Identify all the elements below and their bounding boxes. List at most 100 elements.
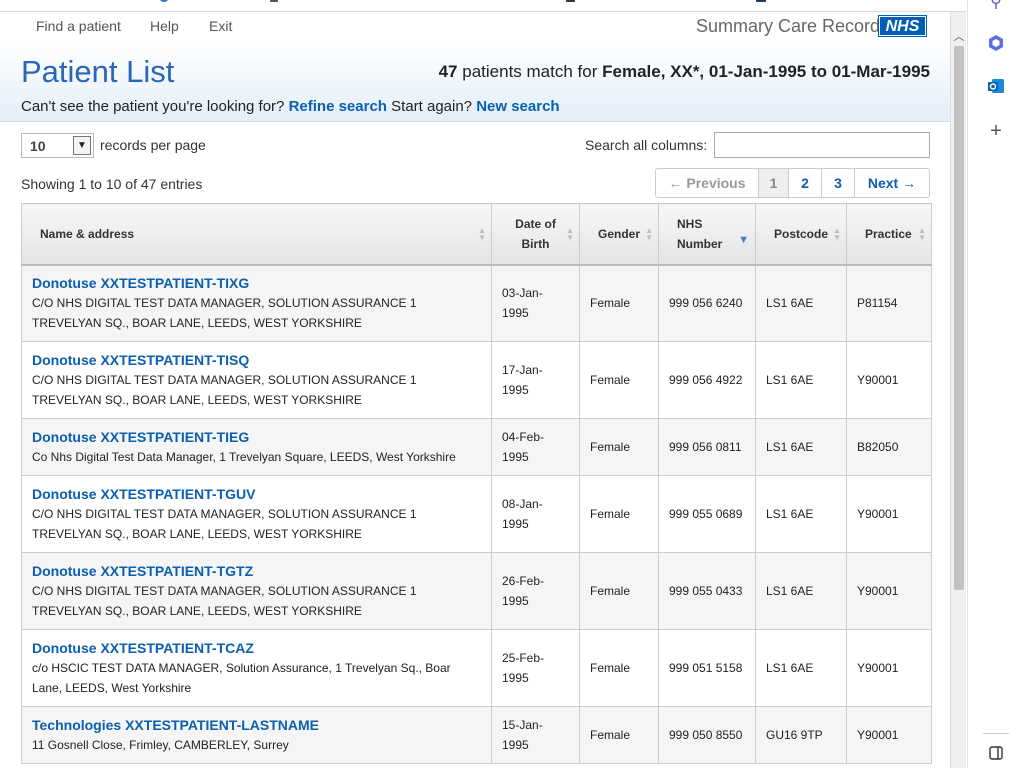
postcode-cell: LS1 6AE <box>755 629 847 707</box>
match-summary: 47 patients match for Female, XX*, 01-Ja… <box>439 62 930 82</box>
nhs-logo: NHS <box>878 15 927 37</box>
column-header-practice[interactable]: Practice ▲ ▼ <box>846 203 932 266</box>
dob-cell: 17-Jan-1995 <box>491 341 580 419</box>
match-count: 47 <box>438 62 458 81</box>
dob-cell: 15-Jan-1995 <box>491 706 580 764</box>
column-header-name[interactable]: Name & address ▲ ▼ <box>21 203 492 266</box>
name-address-cell: Donotuse XXTESTPATIENT-TIEG Co Nhs Digita… <box>21 418 492 476</box>
sort-icon: ▲ ▼ <box>566 226 574 242</box>
dob-cell: 03-Jan-1995 <box>491 264 580 342</box>
postcode-cell: LS1 6AE <box>755 341 847 419</box>
records-per-page-select[interactable]: 10 ▼ <box>21 133 94 158</box>
sort-icon: ▲ ▼ <box>645 226 653 242</box>
new-search-link[interactable]: New search <box>476 98 559 115</box>
postcode-cell: LS1 6AE <box>755 475 847 553</box>
sort-icon: ▲ ▼ <box>918 226 926 242</box>
patient-name-link[interactable]: Technologies XXTESTPATIENT-LASTNAME <box>32 715 481 735</box>
browser-top-strip <box>0 0 966 12</box>
patient-name-link[interactable]: Donotuse XXTESTPATIENT-TGUV <box>32 484 481 504</box>
start-again-text: Start again? <box>391 98 473 115</box>
patient-table: Name & address ▲ ▼ Date of Birth ▲ ▼ Gender ▲… <box>21 203 932 764</box>
patient-address: 11 Gosnell Close, Frimley, CAMBERLEY, Su… <box>32 738 289 752</box>
nhs-number-cell: 999 055 0433 <box>658 552 756 630</box>
practice-cell: P81154 <box>846 264 932 342</box>
table-row[interactable]: Technologies XXTESTPATIENT-LASTNAME 11 Go… <box>21 706 932 764</box>
practice-cell: Y90001 <box>846 629 932 707</box>
tab-icon <box>756 0 766 2</box>
patient-address: c/o HSCIC TEST DATA MANAGER, Solution As… <box>32 661 451 695</box>
table-row[interactable]: Donotuse XXTESTPATIENT-TISQ C/O NHS DIGIT… <box>21 341 932 419</box>
tab-icon <box>566 0 575 2</box>
search-help-line: Can't see the patient you're looking for… <box>21 98 560 115</box>
add-icon[interactable]: + <box>987 121 1005 141</box>
column-header-nhs-number[interactable]: NHS Number ▼ <box>658 203 756 266</box>
nhs-number-cell: 999 056 0811 <box>658 418 756 476</box>
records-per-page-value: 10 <box>30 138 46 154</box>
chevron-down-icon[interactable]: ▼ <box>73 136 91 155</box>
sort-icon: ▲ ▼ <box>833 226 841 242</box>
table-row[interactable]: Donotuse XXTESTPATIENT-TIXG C/O NHS DIGIT… <box>21 264 932 342</box>
patient-name-link[interactable]: Donotuse XXTESTPATIENT-TCAZ <box>32 638 481 658</box>
copilot-icon[interactable] <box>987 34 1005 52</box>
match-criteria: Female, XX*, 01-Jan-1995 to 01-Mar-1995 <box>602 62 930 81</box>
sort-desc-icon: ▼ <box>738 234 749 246</box>
table-row[interactable]: Donotuse XXTESTPATIENT-TGTZ C/O NHS DIGIT… <box>21 552 932 630</box>
column-header-gender[interactable]: Gender ▲ ▼ <box>579 203 659 266</box>
nhs-number-cell: 999 056 6240 <box>658 264 756 342</box>
scrollbar-thumb[interactable] <box>954 46 964 590</box>
practice-cell: Y90001 <box>846 552 932 630</box>
gender-cell: Female <box>579 706 659 764</box>
practice-cell: Y90001 <box>846 706 932 764</box>
gender-cell: Female <box>579 341 659 419</box>
panel-icon[interactable] <box>987 746 1005 764</box>
column-header-postcode[interactable]: Postcode ▲ ▼ <box>755 203 847 266</box>
postcode-cell: GU16 9TP <box>755 706 847 764</box>
column-header-dob[interactable]: Date of Birth ▲ ▼ <box>491 203 580 266</box>
practice-cell: Y90001 <box>846 341 932 419</box>
gender-cell: Female <box>579 418 659 476</box>
table-header-row: Name & address ▲ ▼ Date of Birth ▲ ▼ Gender ▲… <box>21 203 932 266</box>
previous-page-button[interactable]: ← Previous <box>656 169 759 197</box>
nhs-number-cell: 999 051 5158 <box>658 629 756 707</box>
brand-title: Summary Care Record <box>695 16 880 36</box>
postcode-cell: LS1 6AE <box>755 418 847 476</box>
dob-cell: 26-Feb-1995 <box>491 552 580 630</box>
search-all-columns-input[interactable] <box>714 132 930 158</box>
patient-name-link[interactable]: Donotuse XXTESTPATIENT-TIXG <box>32 273 481 293</box>
nav-exit[interactable]: Exit <box>209 18 232 34</box>
name-address-cell: Technologies XXTESTPATIENT-LASTNAME 11 Go… <box>21 706 492 764</box>
vertical-scrollbar[interactable]: ︿ <box>950 12 966 768</box>
page-header: Patient List 47 patients match for Femal… <box>0 42 950 122</box>
search-all-columns-label: Search all columns: <box>585 137 708 153</box>
scroll-up-icon[interactable]: ︿ <box>951 28 967 43</box>
refine-search-link[interactable]: Refine search <box>289 98 387 115</box>
page-button-1[interactable]: 1 <box>759 169 789 197</box>
patient-name-link[interactable]: Donotuse XXTESTPATIENT-TIEG <box>32 427 481 447</box>
name-address-cell: Donotuse XXTESTPATIENT-TIXG C/O NHS DIGIT… <box>21 264 492 342</box>
name-address-cell: Donotuse XXTESTPATIENT-TISQ C/O NHS DIGIT… <box>21 341 492 419</box>
top-nav: Find a patient Help Exit Summary Care Re… <box>0 12 950 42</box>
postcode-cell: LS1 6AE <box>755 264 847 342</box>
tab-icon <box>270 0 278 2</box>
nhs-number-cell: 999 056 4922 <box>658 341 756 419</box>
pagination: ← Previous 1 2 3 Next → <box>655 168 930 198</box>
table-row[interactable]: Donotuse XXTESTPATIENT-TCAZ c/o HSCIC TES… <box>21 629 932 707</box>
table-row[interactable]: Donotuse XXTESTPATIENT-TIEG Co Nhs Digita… <box>21 418 932 476</box>
nhs-number-cell: 999 055 0689 <box>658 475 756 553</box>
patient-name-link[interactable]: Donotuse XXTESTPATIENT-TISQ <box>32 350 481 370</box>
page-button-3[interactable]: 3 <box>822 169 855 197</box>
patient-address: C/O NHS DIGITAL TEST DATA MANAGER, SOLUT… <box>32 584 417 618</box>
outlook-icon[interactable] <box>987 77 1005 95</box>
page-button-2[interactable]: 2 <box>789 169 822 197</box>
gender-cell: Female <box>579 552 659 630</box>
records-per-page-label: records per page <box>100 137 206 153</box>
next-page-button[interactable]: Next → <box>855 169 929 197</box>
postcode-cell: LS1 6AE <box>755 552 847 630</box>
patient-name-link[interactable]: Donotuse XXTESTPATIENT-TGTZ <box>32 561 481 581</box>
nav-help[interactable]: Help <box>150 18 179 34</box>
search-icon[interactable]: ⚲ <box>987 0 1005 12</box>
table-row[interactable]: Donotuse XXTESTPATIENT-TGUV C/O NHS DIGIT… <box>21 475 932 553</box>
nav-find-patient[interactable]: Find a patient <box>36 18 121 34</box>
gender-cell: Female <box>579 264 659 342</box>
dob-cell: 08-Jan-1995 <box>491 475 580 553</box>
